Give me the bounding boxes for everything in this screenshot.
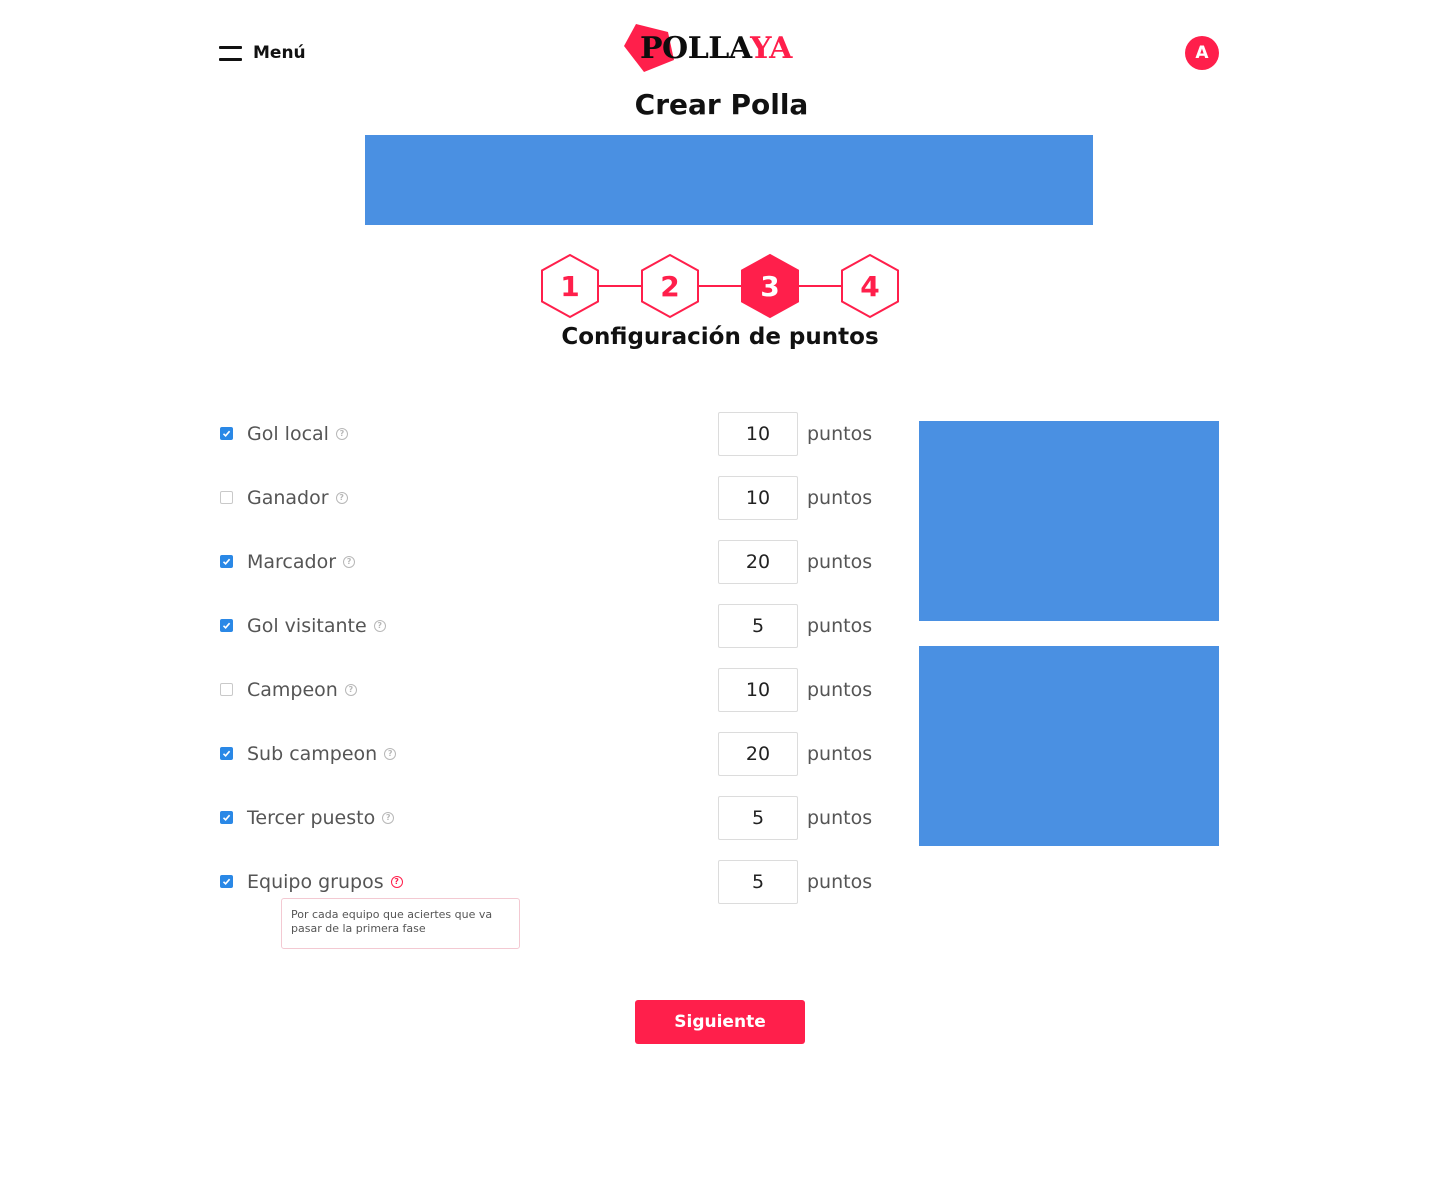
points-unit-label: puntos [807, 743, 873, 765]
row-label-text: Gol local [247, 423, 329, 445]
step-2[interactable]: 2 [641, 253, 699, 319]
help-icon[interactable]: ? [335, 492, 348, 504]
help-icon[interactable]: ? [382, 812, 395, 824]
menu-label: Menú [253, 43, 306, 63]
menu-button[interactable]: Menú [219, 36, 306, 70]
points-input[interactable] [718, 412, 798, 456]
help-icon[interactable]: ? [384, 748, 397, 760]
points-unit-label: puntos [807, 679, 873, 701]
avatar[interactable]: A [1185, 36, 1219, 70]
points-row-label: Ganador? [247, 486, 348, 510]
points-input[interactable] [718, 476, 798, 520]
checkbox[interactable] [220, 875, 233, 888]
points-input[interactable] [718, 668, 798, 712]
points-row-label: Campeon? [247, 678, 357, 702]
check-icon [222, 430, 231, 437]
checkbox[interactable] [220, 619, 233, 632]
row-label-text: Gol visitante [247, 615, 367, 637]
points-row-label: Sub campeon? [247, 742, 397, 766]
help-tooltip: Por cada equipo que aciertes que va pasa… [281, 898, 520, 949]
step-number: 3 [760, 270, 779, 303]
points-input[interactable] [718, 732, 798, 776]
row-label-text: Ganador [247, 487, 329, 509]
ad-banner-top [365, 135, 1093, 225]
step-1[interactable]: 1 [541, 253, 599, 319]
checkbox[interactable] [220, 811, 233, 824]
check-icon [222, 750, 231, 757]
checkbox[interactable] [220, 427, 233, 440]
help-icon[interactable]: ? [344, 684, 357, 696]
points-unit-label: puntos [807, 871, 873, 893]
help-icon[interactable]: ? [373, 620, 386, 632]
step-4[interactable]: 4 [841, 253, 899, 319]
points-unit-label: puntos [807, 423, 873, 445]
page-title: Crear Polla [634, 88, 809, 121]
logo-text: POLLAYA [640, 31, 792, 66]
row-label-text: Campeon [247, 679, 338, 701]
help-icon[interactable]: ? [335, 428, 348, 440]
points-unit-label: puntos [807, 487, 873, 509]
help-icon[interactable]: ? [390, 876, 403, 888]
row-label-text: Sub campeon [247, 743, 378, 765]
stepper: 1 2 3 4 [540, 253, 900, 319]
points-row-label: Tercer puesto? [247, 806, 395, 830]
checkbox[interactable] [220, 491, 233, 504]
points-unit-label: puntos [807, 615, 873, 637]
points-input[interactable] [718, 860, 798, 904]
logo[interactable]: POLLAYA [622, 22, 804, 74]
step-number: 4 [860, 270, 879, 303]
points-row-label: Gol visitante? [247, 614, 386, 638]
ad-box-bottom [919, 646, 1219, 846]
points-unit-label: puntos [807, 551, 873, 573]
check-icon [222, 814, 231, 821]
next-button[interactable]: Siguiente [635, 1000, 805, 1044]
row-label-text: Tercer puesto [247, 807, 376, 829]
points-input[interactable] [718, 796, 798, 840]
points-input[interactable] [718, 604, 798, 648]
check-icon [222, 622, 231, 629]
checkbox[interactable] [220, 747, 233, 760]
hamburger-icon [219, 45, 242, 61]
points-row-label: Marcador? [247, 550, 356, 574]
step-number: 2 [660, 270, 679, 303]
checkbox[interactable] [220, 555, 233, 568]
points-input[interactable] [718, 540, 798, 584]
checkbox[interactable] [220, 683, 233, 696]
points-row-label: Gol local? [247, 422, 348, 446]
help-icon[interactable]: ? [343, 556, 356, 568]
points-row-label: Equipo grupos? [247, 870, 403, 894]
section-title: Configuración de puntos [561, 324, 879, 350]
step-3[interactable]: 3 [741, 253, 799, 319]
check-icon [222, 558, 231, 565]
step-number: 1 [560, 270, 579, 303]
ad-box-top [919, 421, 1219, 621]
row-label-text: Marcador [247, 551, 337, 573]
check-icon [222, 878, 231, 885]
points-unit-label: puntos [807, 807, 873, 829]
row-label-text: Equipo grupos [247, 871, 384, 893]
